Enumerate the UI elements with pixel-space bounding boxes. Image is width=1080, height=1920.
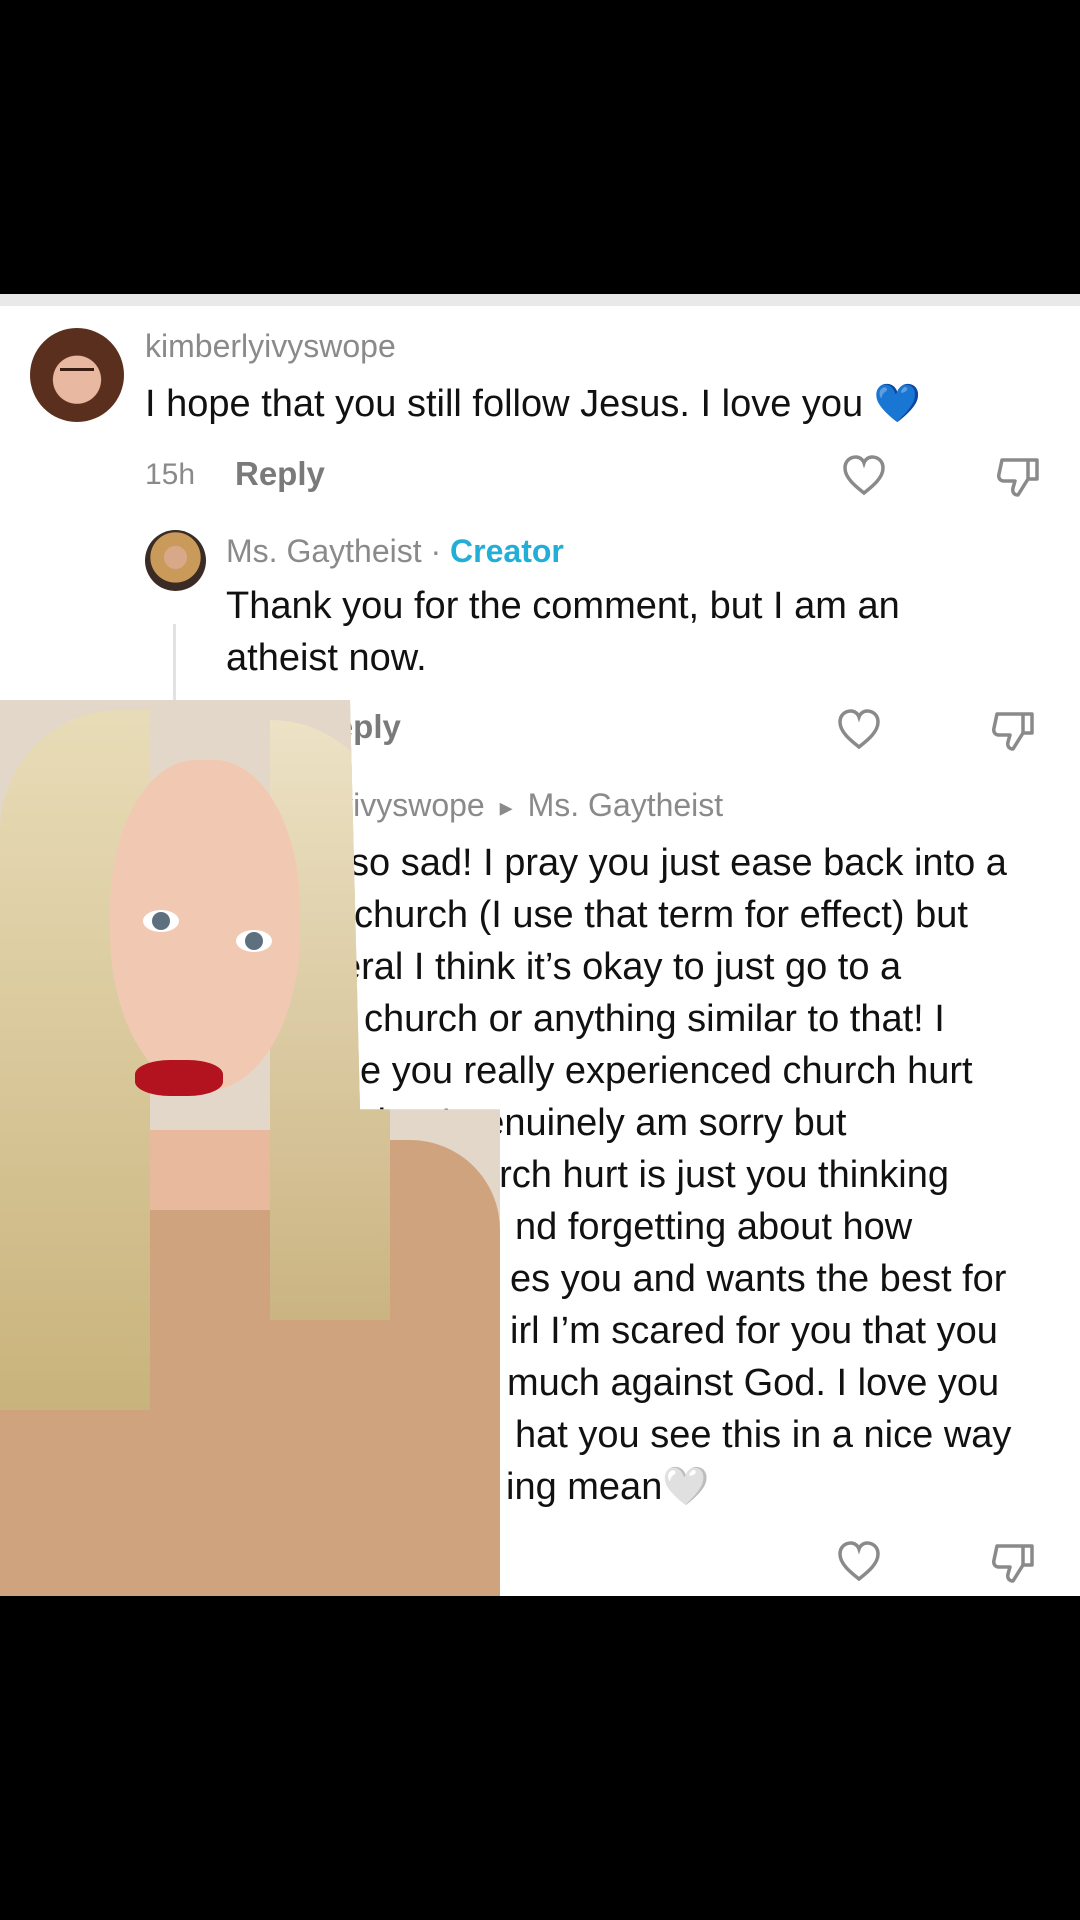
left-eye bbox=[143, 910, 179, 932]
right-eye bbox=[236, 930, 272, 952]
comment-timestamp: 15h bbox=[145, 458, 196, 491]
thumbs-down-icon[interactable] bbox=[994, 452, 1042, 500]
reply-line: ing mean🤍 bbox=[506, 1466, 710, 1508]
reply-username[interactable]: lyivyswope bbox=[330, 787, 485, 823]
reply-line: much against God. I love you bbox=[507, 1362, 1000, 1404]
creator-reply-line-1: Thank you for the comment, but I am an bbox=[226, 585, 900, 627]
hair-left bbox=[0, 710, 150, 1410]
heart-icon[interactable] bbox=[835, 706, 883, 754]
creator-username-row: Ms. Gaytheist · Creator bbox=[226, 533, 564, 570]
creator-badge: Creator bbox=[450, 533, 564, 569]
username-separator: · bbox=[430, 533, 442, 569]
comment-text: I hope that you still follow Jesus. I lo… bbox=[145, 383, 922, 425]
reply-button[interactable]: Reply bbox=[235, 455, 325, 493]
creator-username[interactable]: Ms. Gaytheist bbox=[226, 533, 422, 569]
neck bbox=[150, 1130, 290, 1210]
video-top-black-bar bbox=[0, 0, 1080, 294]
reply-username-row: lyivyswope ▸ Ms. Gaytheist bbox=[330, 787, 723, 824]
reply-line: church (I use that term for effect) but bbox=[354, 894, 968, 936]
reply-line: hat you see this in a nice way bbox=[515, 1414, 1012, 1456]
reply-line: church or anything similar to that! I bbox=[364, 998, 945, 1040]
reply-to-username[interactable]: Ms. Gaytheist bbox=[528, 787, 724, 823]
reply-line: nd forgetting about how bbox=[515, 1206, 913, 1248]
reply-line: urch hurt is just you thinking bbox=[478, 1154, 950, 1196]
reply-line: irl I’m scared for you that you bbox=[510, 1310, 998, 1352]
thumbs-down-icon[interactable] bbox=[989, 1538, 1037, 1586]
creator-avatar[interactable] bbox=[145, 530, 206, 591]
commenter-avatar[interactable] bbox=[30, 328, 124, 422]
reply-line: es you and wants the best for bbox=[510, 1258, 1007, 1300]
lips bbox=[135, 1060, 223, 1096]
video-bottom-black-bar bbox=[0, 1596, 1080, 1920]
heart-icon[interactable] bbox=[840, 452, 888, 500]
panel-top-border bbox=[0, 294, 1080, 306]
reply-line: e you really experienced church hurt bbox=[360, 1050, 973, 1092]
reply-arrow-icon: ▸ bbox=[499, 792, 513, 822]
creator-reply-line-2: atheist now. bbox=[226, 637, 427, 679]
commenter-username[interactable]: kimberlyivyswope bbox=[145, 328, 396, 365]
reply-line: eral I think it’s okay to just go to a bbox=[340, 946, 902, 988]
face bbox=[110, 760, 300, 1090]
thumbs-down-icon[interactable] bbox=[989, 706, 1037, 754]
heart-icon[interactable] bbox=[835, 1538, 883, 1586]
reply-line: so sad! I pray you just ease back into a bbox=[350, 842, 1007, 884]
